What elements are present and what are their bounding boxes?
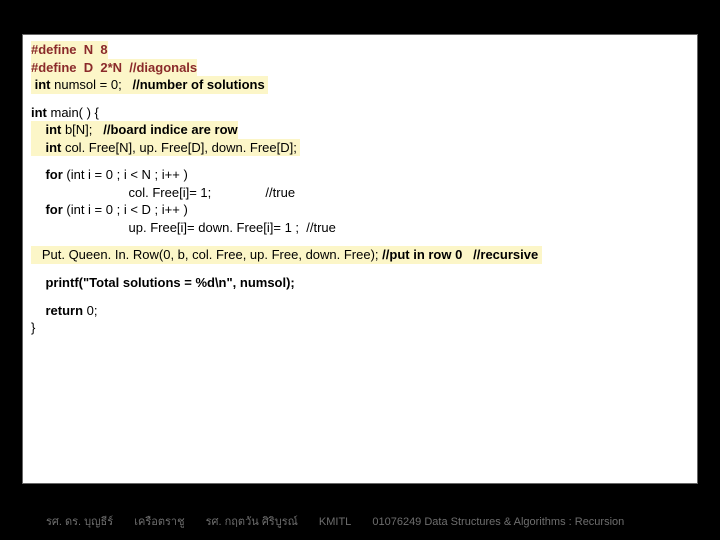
code-line-define-n: #define N 8 bbox=[31, 41, 108, 59]
code-card: #define N 8 #define D 2*N //diagonals in… bbox=[22, 34, 698, 484]
code-line-printf: printf("Total solutions = %d\n", numsol)… bbox=[31, 274, 689, 292]
code-line-upfree: up. Free[i]= down. Free[i]= 1 ; //true bbox=[31, 219, 689, 237]
code-line-for-d: for (int i = 0 ; i < D ; i++ ) bbox=[31, 201, 689, 219]
code-line-putqueen: Put. Queen. In. Row(0, b, col. Free, up.… bbox=[31, 246, 542, 264]
code-line-return: return 0; bbox=[31, 302, 689, 320]
code-line-for-n: for (int i = 0 ; i < N ; i++ ) bbox=[31, 166, 689, 184]
code-line-numsol: int numsol = 0; //number of solutions bbox=[31, 76, 268, 94]
footer-author2: รศ. กฤตวัน ศิริบูรณ์ bbox=[206, 512, 298, 530]
footer-course: 01076249 Data Structures & Algorithms : … bbox=[372, 516, 624, 528]
footer: รศ. ดร. บุญธีร์ เครือตราชู รศ. กฤตวัน ศิ… bbox=[0, 512, 720, 530]
code-line-close: } bbox=[31, 319, 689, 337]
code-line-board: int b[N]; //board indice are row bbox=[31, 121, 238, 139]
footer-author1b: เครือตราชู bbox=[134, 512, 184, 530]
code-line-free-arrays: int col. Free[N], up. Free[D], down. Fre… bbox=[31, 139, 300, 157]
code-line-define-d: #define D 2*N //diagonals bbox=[31, 59, 197, 77]
code-line-colfree: col. Free[i]= 1; //true bbox=[31, 184, 689, 202]
code-line-main: int main( ) { bbox=[31, 104, 689, 122]
footer-inst: KMITL bbox=[319, 516, 351, 528]
footer-author1: รศ. ดร. บุญธีร์ bbox=[46, 512, 113, 530]
